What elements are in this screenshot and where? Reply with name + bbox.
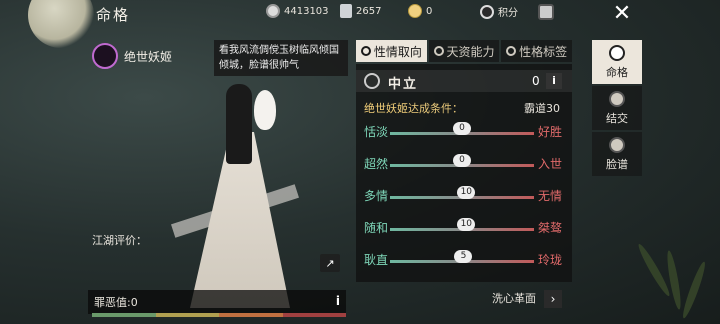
hair	[226, 84, 252, 164]
close-button[interactable]: ✕	[604, 0, 640, 26]
share-button[interactable]: ↗	[320, 254, 340, 272]
tab-temperament[interactable]: 性情取向	[356, 40, 427, 62]
temperament-panel: 中立 0 i 绝世妖姬达成条件： 霸道30 恬淡 0 好胜超然 0 入世多情 10 无情随和…	[356, 64, 572, 282]
side-item-fate[interactable]: 命格	[592, 40, 642, 84]
page-title: 命格	[96, 6, 131, 24]
currency-film: 4413103	[266, 4, 329, 18]
emblem-button[interactable]	[538, 4, 554, 20]
white-mask	[254, 90, 276, 130]
bamboo-decoration	[635, 200, 720, 324]
trait-right-label: 桀骜	[538, 221, 563, 235]
talent-icon	[433, 46, 444, 56]
jianghu-label: 江湖评价：	[92, 234, 147, 247]
trait-row: 随和 10 桀骜	[356, 216, 572, 236]
swirl-icon	[364, 73, 380, 89]
tab-talent[interactable]: 天资能力	[428, 40, 500, 62]
trait-right-label: 无情	[538, 189, 563, 203]
trait-left-label: 随和	[364, 221, 389, 235]
book-icon	[340, 4, 352, 18]
reform-button[interactable]: ›	[544, 290, 562, 308]
trait-left-label: 多情	[364, 189, 389, 203]
film-icon	[266, 4, 280, 18]
emblem-icon	[538, 4, 554, 20]
mask-icon	[92, 43, 118, 69]
side-nav: 命格 结交 脸谱	[592, 40, 642, 178]
fate-icon	[609, 44, 625, 61]
trait-knob: 10	[457, 186, 476, 199]
trait-left-label: 耿直	[364, 253, 389, 267]
tab-bar: 性情取向 天资能力 性格标签	[356, 40, 573, 62]
evil-value-label: 罪恶值:0	[94, 296, 138, 309]
traits-icon	[506, 46, 517, 56]
evil-value-bar: 罪恶值:0 i	[88, 290, 346, 314]
side-item-masks[interactable]: 脸谱	[592, 132, 642, 176]
trait-right-label: 玲珑	[538, 253, 563, 267]
trait-row: 恬淡 0 好胜	[356, 120, 572, 140]
character-quote: 看我风流倜傥玉树临风倾国倾城，脸谱很帅气	[214, 40, 348, 76]
trait-knob: 0	[453, 122, 471, 135]
evil-progress	[92, 313, 346, 317]
character-badge[interactable]: 绝世妖姬	[92, 43, 172, 69]
condition-text: 绝世妖姬达成条件：	[364, 102, 463, 115]
coin-icon	[408, 4, 422, 18]
trait-knob: 10	[457, 218, 476, 231]
trait-left-label: 恬淡	[364, 125, 389, 139]
trait-knob: 5	[454, 250, 473, 263]
currency-book: 2657	[340, 4, 381, 18]
evil-info-button[interactable]: i	[336, 294, 340, 308]
trait-row: 耿直 5 玲珑	[356, 248, 572, 268]
condition-requirement: 霸道30	[524, 102, 560, 115]
side-item-friends[interactable]: 结交	[592, 86, 642, 130]
character-figure	[170, 84, 300, 312]
trait-right-label: 好胜	[538, 125, 563, 139]
tab-traits[interactable]: 性格标签	[501, 40, 573, 62]
friends-icon	[609, 90, 625, 107]
reform-label: 洗心革面	[492, 292, 536, 305]
top-bar: 命格 4413103 2657 0 积分 ✕	[0, 0, 720, 26]
temperament-icon	[360, 46, 371, 56]
currency-coin: 0	[408, 4, 432, 18]
trait-right-label: 入世	[538, 157, 563, 171]
points-icon	[480, 4, 494, 19]
trait-left-label: 超然	[364, 157, 389, 171]
trait-row: 超然 0 入世	[356, 152, 572, 172]
trait-knob: 0	[453, 154, 471, 167]
opera-mask-icon	[609, 136, 625, 153]
trait-row: 多情 10 无情	[356, 184, 572, 204]
neutral-info-button[interactable]: i	[546, 73, 562, 89]
neutral-header: 中立 0 i	[356, 70, 572, 92]
points-button[interactable]: 积分	[480, 4, 518, 19]
